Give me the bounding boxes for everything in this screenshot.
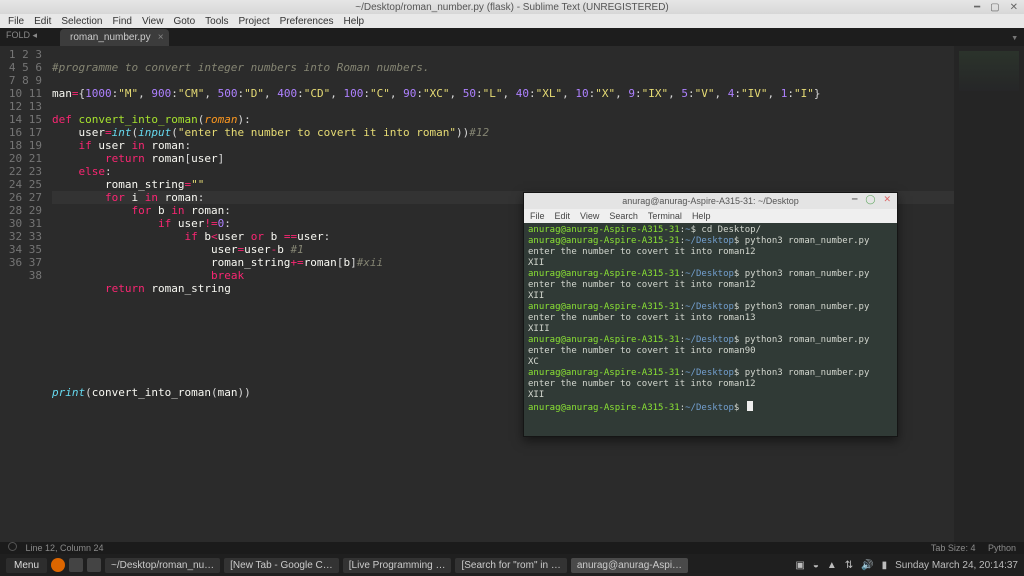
maximize-icon[interactable]: ▢ bbox=[990, 2, 999, 13]
menu-preferences[interactable]: Preferences bbox=[280, 16, 334, 27]
menu-project[interactable]: Project bbox=[239, 16, 270, 27]
task-chrome[interactable]: [New Tab - Google C… bbox=[224, 558, 339, 573]
launcher-files-icon[interactable] bbox=[69, 558, 83, 572]
menu-edit[interactable]: Edit bbox=[34, 16, 51, 27]
menu-goto[interactable]: Goto bbox=[173, 16, 195, 27]
app-menubar: File Edit Selection Find View Goto Tools… bbox=[0, 14, 1024, 28]
tab-strip: FOLD ◂ roman_number.py × ▾ bbox=[0, 28, 1024, 46]
terminal-titlebar[interactable]: anurag@anurag-Aspire-A315-31: ~/Desktop … bbox=[524, 193, 897, 209]
terminal-close-icon[interactable]: ✕ bbox=[883, 194, 891, 205]
status-bar: Line 12, Column 24 Tab Size: 4 Python bbox=[0, 542, 1024, 554]
window-titlebar[interactable]: ~/Desktop/roman_number.py (flask) - Subl… bbox=[0, 0, 1024, 14]
terminal-output[interactable]: anurag@anurag-Aspire-A315-31:~$ cd Deskt… bbox=[524, 223, 897, 436]
task-terminal[interactable]: anurag@anurag-Aspi… bbox=[571, 558, 688, 573]
task-chrome2[interactable]: [Live Programming … bbox=[343, 558, 452, 573]
status-tab-size[interactable]: Tab Size: 4 bbox=[931, 543, 976, 553]
taskbar: Menu ~/Desktop/roman_nu… [New Tab - Goog… bbox=[0, 554, 1024, 576]
status-language[interactable]: Python bbox=[988, 543, 1016, 553]
task-chrome3[interactable]: [Search for "rom" in … bbox=[455, 558, 566, 573]
start-menu-button[interactable]: Menu bbox=[6, 558, 47, 573]
term-menu-help[interactable]: Help bbox=[692, 211, 711, 221]
tray-clock[interactable]: Sunday March 24, 20:14:37 bbox=[895, 560, 1018, 571]
sidebar-collapse[interactable]: FOLD ◂ bbox=[6, 30, 37, 41]
term-menu-file[interactable]: File bbox=[530, 211, 545, 221]
tray-user-icon[interactable]: ▲ bbox=[827, 560, 837, 571]
task-sublime[interactable]: ~/Desktop/roman_nu… bbox=[105, 558, 220, 573]
tab-label: roman_number.py bbox=[70, 32, 151, 43]
term-menu-search[interactable]: Search bbox=[609, 211, 638, 221]
menu-help[interactable]: Help bbox=[344, 16, 365, 27]
menu-view[interactable]: View bbox=[142, 16, 164, 27]
window-title: ~/Desktop/roman_number.py (flask) - Subl… bbox=[355, 2, 669, 13]
tray-shield-icon[interactable]: ◒ bbox=[813, 560, 819, 571]
tray-volume-icon[interactable]: 🔊 bbox=[861, 560, 873, 571]
show-desktop-icon[interactable] bbox=[51, 558, 65, 572]
term-menu-edit[interactable]: Edit bbox=[555, 211, 571, 221]
status-indicator-icon bbox=[8, 542, 17, 551]
menu-file[interactable]: File bbox=[8, 16, 24, 27]
tab-close-icon[interactable]: × bbox=[158, 32, 164, 43]
terminal-window[interactable]: anurag@anurag-Aspire-A315-31: ~/Desktop … bbox=[523, 192, 898, 437]
tab-roman-number[interactable]: roman_number.py × bbox=[60, 29, 169, 46]
status-line-col[interactable]: Line 12, Column 24 bbox=[26, 543, 104, 553]
system-tray: ▣ ◒ ▲ ⇅ 🔊 ▮ Sunday March 24, 20:14:37 bbox=[795, 560, 1018, 571]
term-menu-terminal[interactable]: Terminal bbox=[648, 211, 682, 221]
menu-tools[interactable]: Tools bbox=[205, 16, 228, 27]
menu-find[interactable]: Find bbox=[113, 16, 132, 27]
minimap[interactable] bbox=[954, 46, 1024, 542]
tray-camera-icon[interactable]: ▣ bbox=[795, 560, 804, 571]
tray-network-icon[interactable]: ⇅ bbox=[845, 560, 853, 571]
terminal-minimize-icon[interactable]: ━ bbox=[852, 194, 857, 205]
line-gutter: 1 2 3 4 5 6 7 8 9 10 11 12 13 14 15 16 1… bbox=[0, 46, 52, 542]
term-menu-view[interactable]: View bbox=[580, 211, 599, 221]
close-icon[interactable]: ✕ bbox=[1010, 2, 1018, 13]
tray-battery-icon[interactable]: ▮ bbox=[882, 560, 888, 571]
minimize-icon[interactable]: ━ bbox=[974, 2, 980, 13]
terminal-title: anurag@anurag-Aspire-A315-31: ~/Desktop bbox=[622, 196, 799, 206]
tabs-menu-icon[interactable]: ▾ bbox=[1011, 31, 1018, 44]
terminal-menubar: File Edit View Search Terminal Help bbox=[524, 209, 897, 223]
launcher-terminal-icon[interactable] bbox=[87, 558, 101, 572]
terminal-maximize-icon[interactable]: ◯ bbox=[865, 194, 875, 205]
menu-selection[interactable]: Selection bbox=[61, 16, 102, 27]
